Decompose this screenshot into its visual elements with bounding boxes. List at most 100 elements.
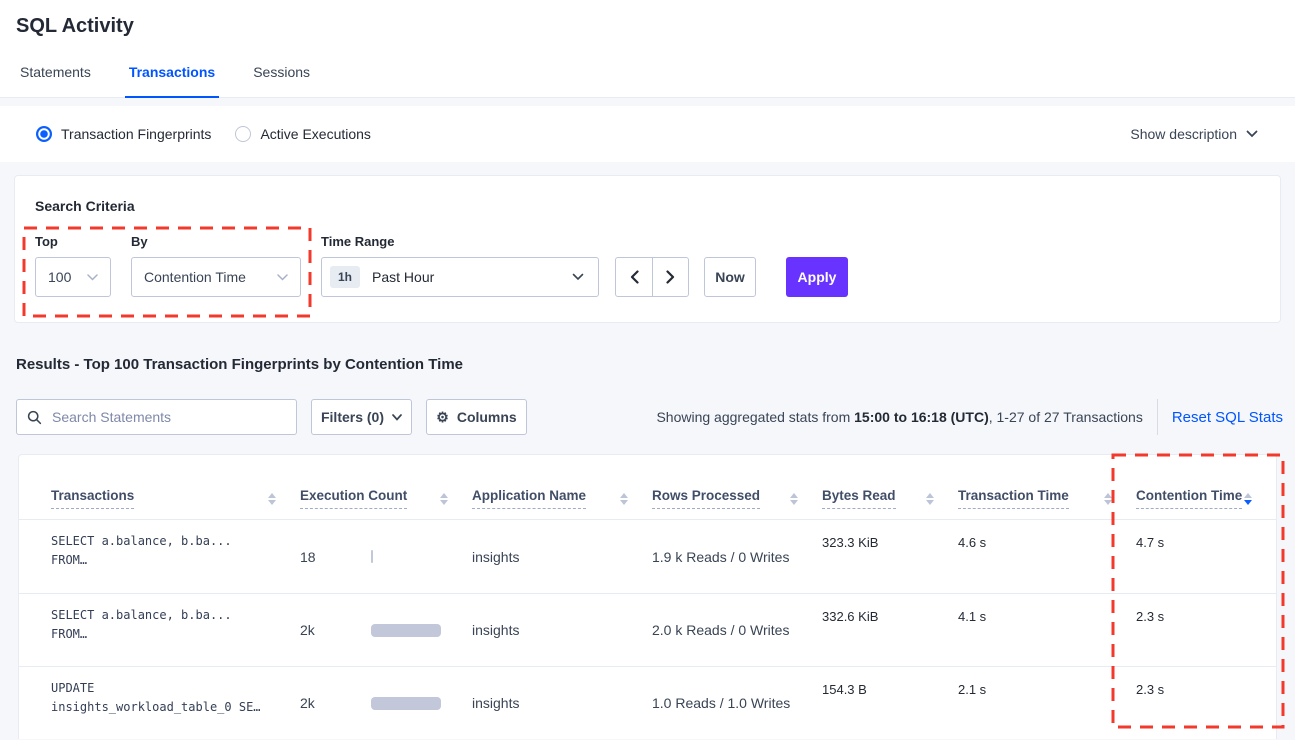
execution-count-value: 2k: [300, 695, 371, 711]
contention-time-value: 2.3 s: [1136, 682, 1276, 697]
table-row[interactable]: SELECT a.balance, b.ba... FROM… 18 insig…: [19, 520, 1276, 593]
execution-count-cell: 18: [300, 520, 472, 593]
application-name-cell: insights: [472, 520, 652, 593]
execution-count-cell: 2k: [300, 667, 472, 739]
contention-time-cell: 2.3 s: [1136, 594, 1276, 666]
bytes-read-cell: 332.6 KiB: [822, 594, 958, 666]
sort-icon[interactable]: [440, 493, 448, 505]
execution-count-value: 18: [300, 549, 371, 565]
transaction-time-value: 2.1 s: [958, 682, 1136, 697]
bytes-read-value: 332.6 KiB: [822, 609, 958, 624]
column-header-transactions[interactable]: Transactions: [51, 488, 300, 519]
column-header-transaction-time[interactable]: Transaction Time: [958, 488, 1136, 519]
table-body: SELECT a.balance, b.ba... FROM… 18 insig…: [19, 520, 1276, 739]
toolbar-divider: [1157, 399, 1158, 435]
search-statements-box[interactable]: [16, 399, 297, 435]
contention-time-cell: 2.3 s: [1136, 667, 1276, 739]
chevron-down-icon: [1246, 130, 1258, 138]
filters-label: Filters (0): [321, 409, 384, 425]
radio-active-executions[interactable]: Active Executions: [235, 126, 371, 142]
tab-sessions[interactable]: Sessions: [249, 64, 314, 97]
table-header-row: Transactions Execution Count Application…: [19, 455, 1276, 520]
chevron-down-icon: [277, 274, 288, 281]
table-row[interactable]: UPDATE insights_workload_table_0 SE… 2k …: [19, 666, 1276, 739]
time-range-badge: 1h: [330, 266, 360, 288]
time-range-value: Past Hour: [372, 269, 434, 285]
stats-time-range: 15:00 to 16:18 (UTC): [854, 409, 989, 425]
sort-icon-descending[interactable]: [1244, 493, 1252, 505]
by-select[interactable]: Contention Time: [131, 257, 301, 297]
bytes-read-value: 154.3 B: [822, 682, 958, 697]
radio-unselected-icon: [235, 126, 251, 142]
by-field-group: By Contention Time: [131, 234, 301, 297]
results-toolbar: Filters (0) ⚙ Columns Showing aggregated…: [16, 399, 1283, 435]
radio-selected-icon: [36, 126, 52, 142]
chevron-right-icon: [666, 270, 675, 284]
top-label: Top: [35, 234, 111, 249]
sort-icon[interactable]: [620, 493, 628, 505]
execution-count-value: 2k: [300, 622, 371, 638]
statement-line-2: insights_workload_table_0 SE…: [51, 698, 300, 717]
statement-line-1: SELECT a.balance, b.ba...: [51, 606, 300, 625]
column-header-bytes-read[interactable]: Bytes Read: [822, 488, 958, 519]
search-input[interactable]: [50, 408, 286, 426]
statement-line-2: FROM…: [51, 625, 300, 644]
reset-sql-stats-link[interactable]: Reset SQL Stats: [1172, 409, 1283, 426]
transaction-time-value: 4.6 s: [958, 535, 1136, 550]
sql-activity-page: SQL Activity Statements Transactions Ses…: [0, 0, 1295, 740]
chevron-down-icon: [87, 274, 98, 281]
radio-label: Transaction Fingerprints: [61, 126, 211, 142]
execution-count-cell: 2k: [300, 594, 472, 666]
application-name-cell: insights: [472, 594, 652, 666]
time-range-label: Time Range: [321, 234, 599, 249]
column-header-rows-processed[interactable]: Rows Processed: [652, 488, 822, 519]
column-header-application-name[interactable]: Application Name: [472, 488, 652, 519]
transaction-statement[interactable]: SELECT a.balance, b.ba... FROM…: [51, 520, 300, 593]
table-row[interactable]: SELECT a.balance, b.ba... FROM… 2k insig…: [19, 593, 1276, 666]
top-field-group: Top 100: [35, 234, 111, 297]
chevron-left-icon: [630, 270, 639, 284]
bytes-read-cell: 323.3 KiB: [822, 520, 958, 593]
show-description-label: Show description: [1130, 126, 1237, 142]
show-description-toggle[interactable]: Show description: [1130, 126, 1258, 142]
contention-time-cell: 4.7 s: [1136, 520, 1276, 593]
chevron-down-icon: [572, 273, 584, 281]
transaction-time-value: 4.1 s: [958, 609, 1136, 624]
search-criteria-heading: Search Criteria: [35, 198, 135, 214]
time-range-select[interactable]: 1h Past Hour: [321, 257, 599, 297]
bytes-read-value: 323.3 KiB: [822, 535, 958, 550]
page-title: SQL Activity: [16, 14, 1279, 38]
gear-icon: ⚙: [436, 410, 449, 424]
columns-label: Columns: [457, 409, 517, 425]
time-next-button[interactable]: [652, 258, 688, 296]
application-name-cell: insights: [472, 667, 652, 739]
chevron-down-icon: [392, 414, 402, 421]
rows-processed-cell: 2.0 k Reads / 0 Writes: [652, 594, 822, 666]
by-select-value: Contention Time: [144, 269, 246, 285]
tab-statements[interactable]: Statements: [16, 64, 95, 97]
execution-count-bar: [371, 624, 441, 637]
contention-time-value: 2.3 s: [1136, 609, 1276, 624]
top-select[interactable]: 100: [35, 257, 111, 297]
column-header-contention-time[interactable]: Contention Time: [1136, 488, 1276, 519]
sort-icon[interactable]: [268, 493, 276, 505]
transaction-statement[interactable]: UPDATE insights_workload_table_0 SE…: [51, 667, 300, 739]
filters-button[interactable]: Filters (0): [311, 399, 412, 435]
view-radio-group: Transaction Fingerprints Active Executio…: [36, 126, 371, 142]
transactions-table: Transactions Execution Count Application…: [18, 454, 1277, 739]
radio-label: Active Executions: [260, 126, 371, 142]
apply-button[interactable]: Apply: [786, 257, 848, 297]
transaction-time-cell: 2.1 s: [958, 667, 1136, 739]
now-button[interactable]: Now: [704, 257, 756, 297]
execution-count-bar: [371, 550, 441, 563]
time-prev-button[interactable]: [616, 258, 652, 296]
sort-icon[interactable]: [1104, 493, 1112, 505]
tab-transactions[interactable]: Transactions: [125, 64, 219, 97]
time-range-field-group: Time Range 1h Past Hour: [321, 234, 599, 297]
column-header-execution-count[interactable]: Execution Count: [300, 488, 472, 519]
sort-icon[interactable]: [926, 493, 934, 505]
columns-button[interactable]: ⚙ Columns: [426, 399, 527, 435]
sort-icon[interactable]: [790, 493, 798, 505]
transaction-statement[interactable]: SELECT a.balance, b.ba... FROM…: [51, 594, 300, 666]
radio-transaction-fingerprints[interactable]: Transaction Fingerprints: [36, 126, 211, 142]
